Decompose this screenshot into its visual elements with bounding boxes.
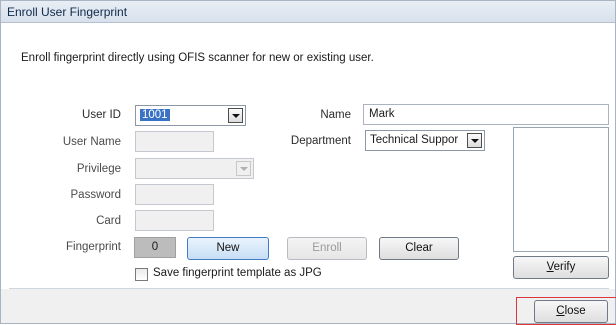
chevron-down-icon[interactable]	[228, 108, 243, 123]
clear-button[interactable]: Clear	[379, 237, 459, 260]
user-name-label: User Name	[62, 136, 121, 148]
password-field[interactable]	[135, 184, 214, 205]
fingerprint-preview-box	[513, 127, 609, 252]
save-jpg-checkbox[interactable]	[135, 268, 148, 281]
dialog-title: Enroll User Fingerprint	[7, 5, 128, 19]
save-jpg-label: Save fingerprint template as JPG	[153, 267, 322, 279]
user-id-select[interactable]: 1001	[135, 105, 246, 126]
user-name-field[interactable]	[135, 131, 214, 152]
department-value: Technical Suppor	[370, 134, 459, 146]
description-text: Enroll fingerprint directly using OFIS s…	[21, 52, 374, 64]
card-label: Card	[96, 215, 121, 227]
verify-label: erify	[553, 261, 576, 273]
department-select[interactable]: Technical Suppor	[365, 130, 485, 151]
close-label: lose	[564, 305, 586, 317]
department-label: Department	[290, 135, 351, 147]
title-bar: Enroll User Fingerprint	[1, 1, 615, 23]
privilege-select[interactable]	[135, 158, 254, 179]
close-button[interactable]: Close	[534, 300, 608, 323]
chevron-down-icon[interactable]	[467, 133, 482, 148]
user-id-label: User ID	[82, 109, 121, 121]
privilege-label: Privilege	[76, 163, 121, 175]
name-label: Name	[320, 109, 351, 121]
enroll-fingerprint-dialog: Enroll User Fingerprint Enroll fingerpri…	[0, 0, 616, 325]
fingerprint-count: 0	[134, 237, 176, 258]
chevron-down-icon[interactable]	[236, 161, 251, 176]
card-field[interactable]	[135, 210, 214, 231]
verify-mnemonic: V	[546, 261, 554, 273]
user-id-value-wrap: 1001	[140, 109, 170, 121]
name-field[interactable]: Mark	[363, 104, 609, 125]
user-id-value: 1001	[140, 109, 170, 121]
new-button[interactable]: New	[187, 237, 269, 260]
verify-button[interactable]: Verify	[513, 256, 609, 279]
password-label: Password	[70, 189, 122, 201]
enroll-button[interactable]: Enroll	[287, 237, 367, 260]
fingerprint-label: Fingerprint	[66, 241, 121, 253]
close-mnemonic: C	[556, 305, 565, 317]
